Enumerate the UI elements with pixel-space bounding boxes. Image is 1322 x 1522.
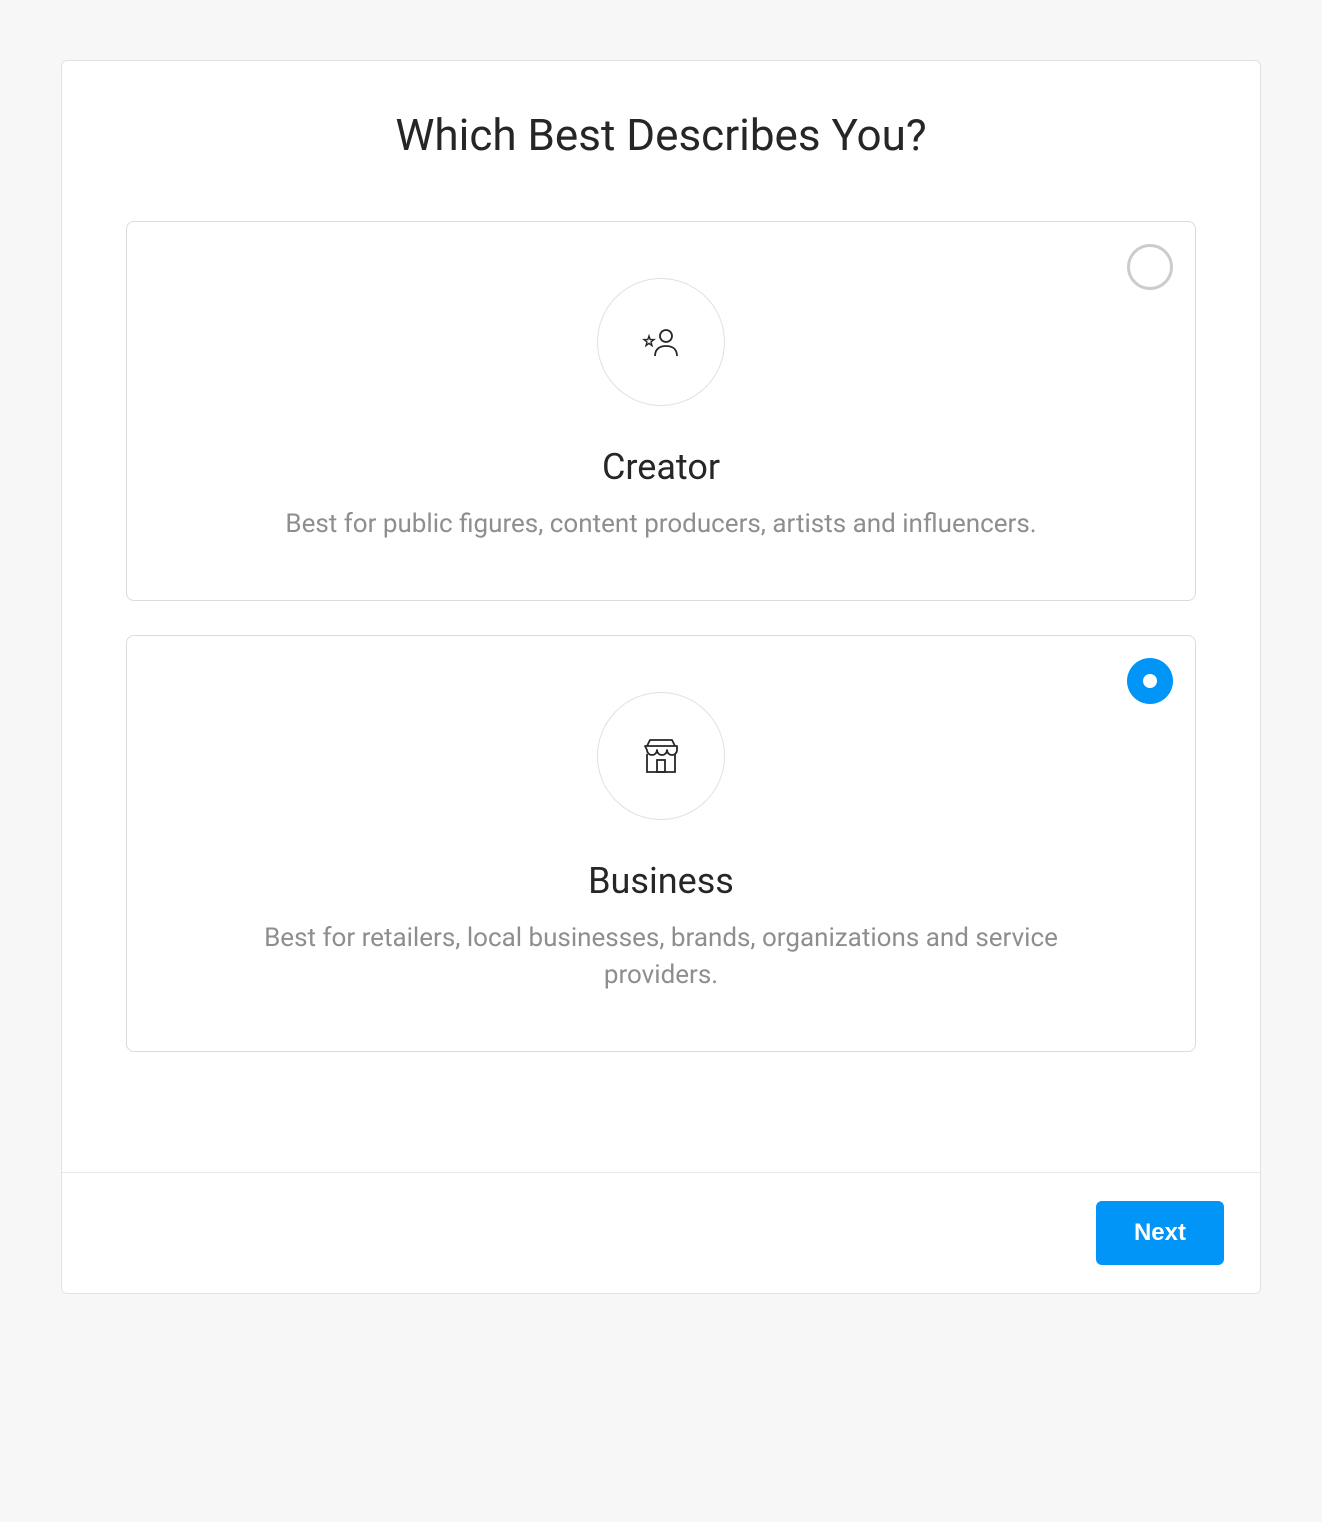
- option-title: Business: [167, 860, 1155, 902]
- card-body: Which Best Describes You? Creator Best f…: [62, 61, 1260, 1172]
- icon-circle: [597, 692, 725, 820]
- account-type-card: Which Best Describes You? Creator Best f…: [61, 60, 1261, 1294]
- option-description: Best for retailers, local businesses, br…: [241, 920, 1081, 995]
- option-title: Creator: [167, 446, 1155, 488]
- icon-circle: [597, 278, 725, 406]
- creator-icon: [637, 318, 685, 366]
- option-business[interactable]: Business Best for retailers, local busin…: [126, 635, 1196, 1052]
- option-creator[interactable]: Creator Best for public figures, content…: [126, 221, 1196, 601]
- business-icon: [637, 732, 685, 780]
- page-title: Which Best Describes You?: [126, 109, 1196, 161]
- radio-selected-icon[interactable]: [1127, 658, 1173, 704]
- card-footer: Next: [62, 1172, 1260, 1293]
- radio-unselected-icon[interactable]: [1127, 244, 1173, 290]
- next-button[interactable]: Next: [1096, 1201, 1224, 1265]
- option-description: Best for public figures, content produce…: [241, 506, 1081, 544]
